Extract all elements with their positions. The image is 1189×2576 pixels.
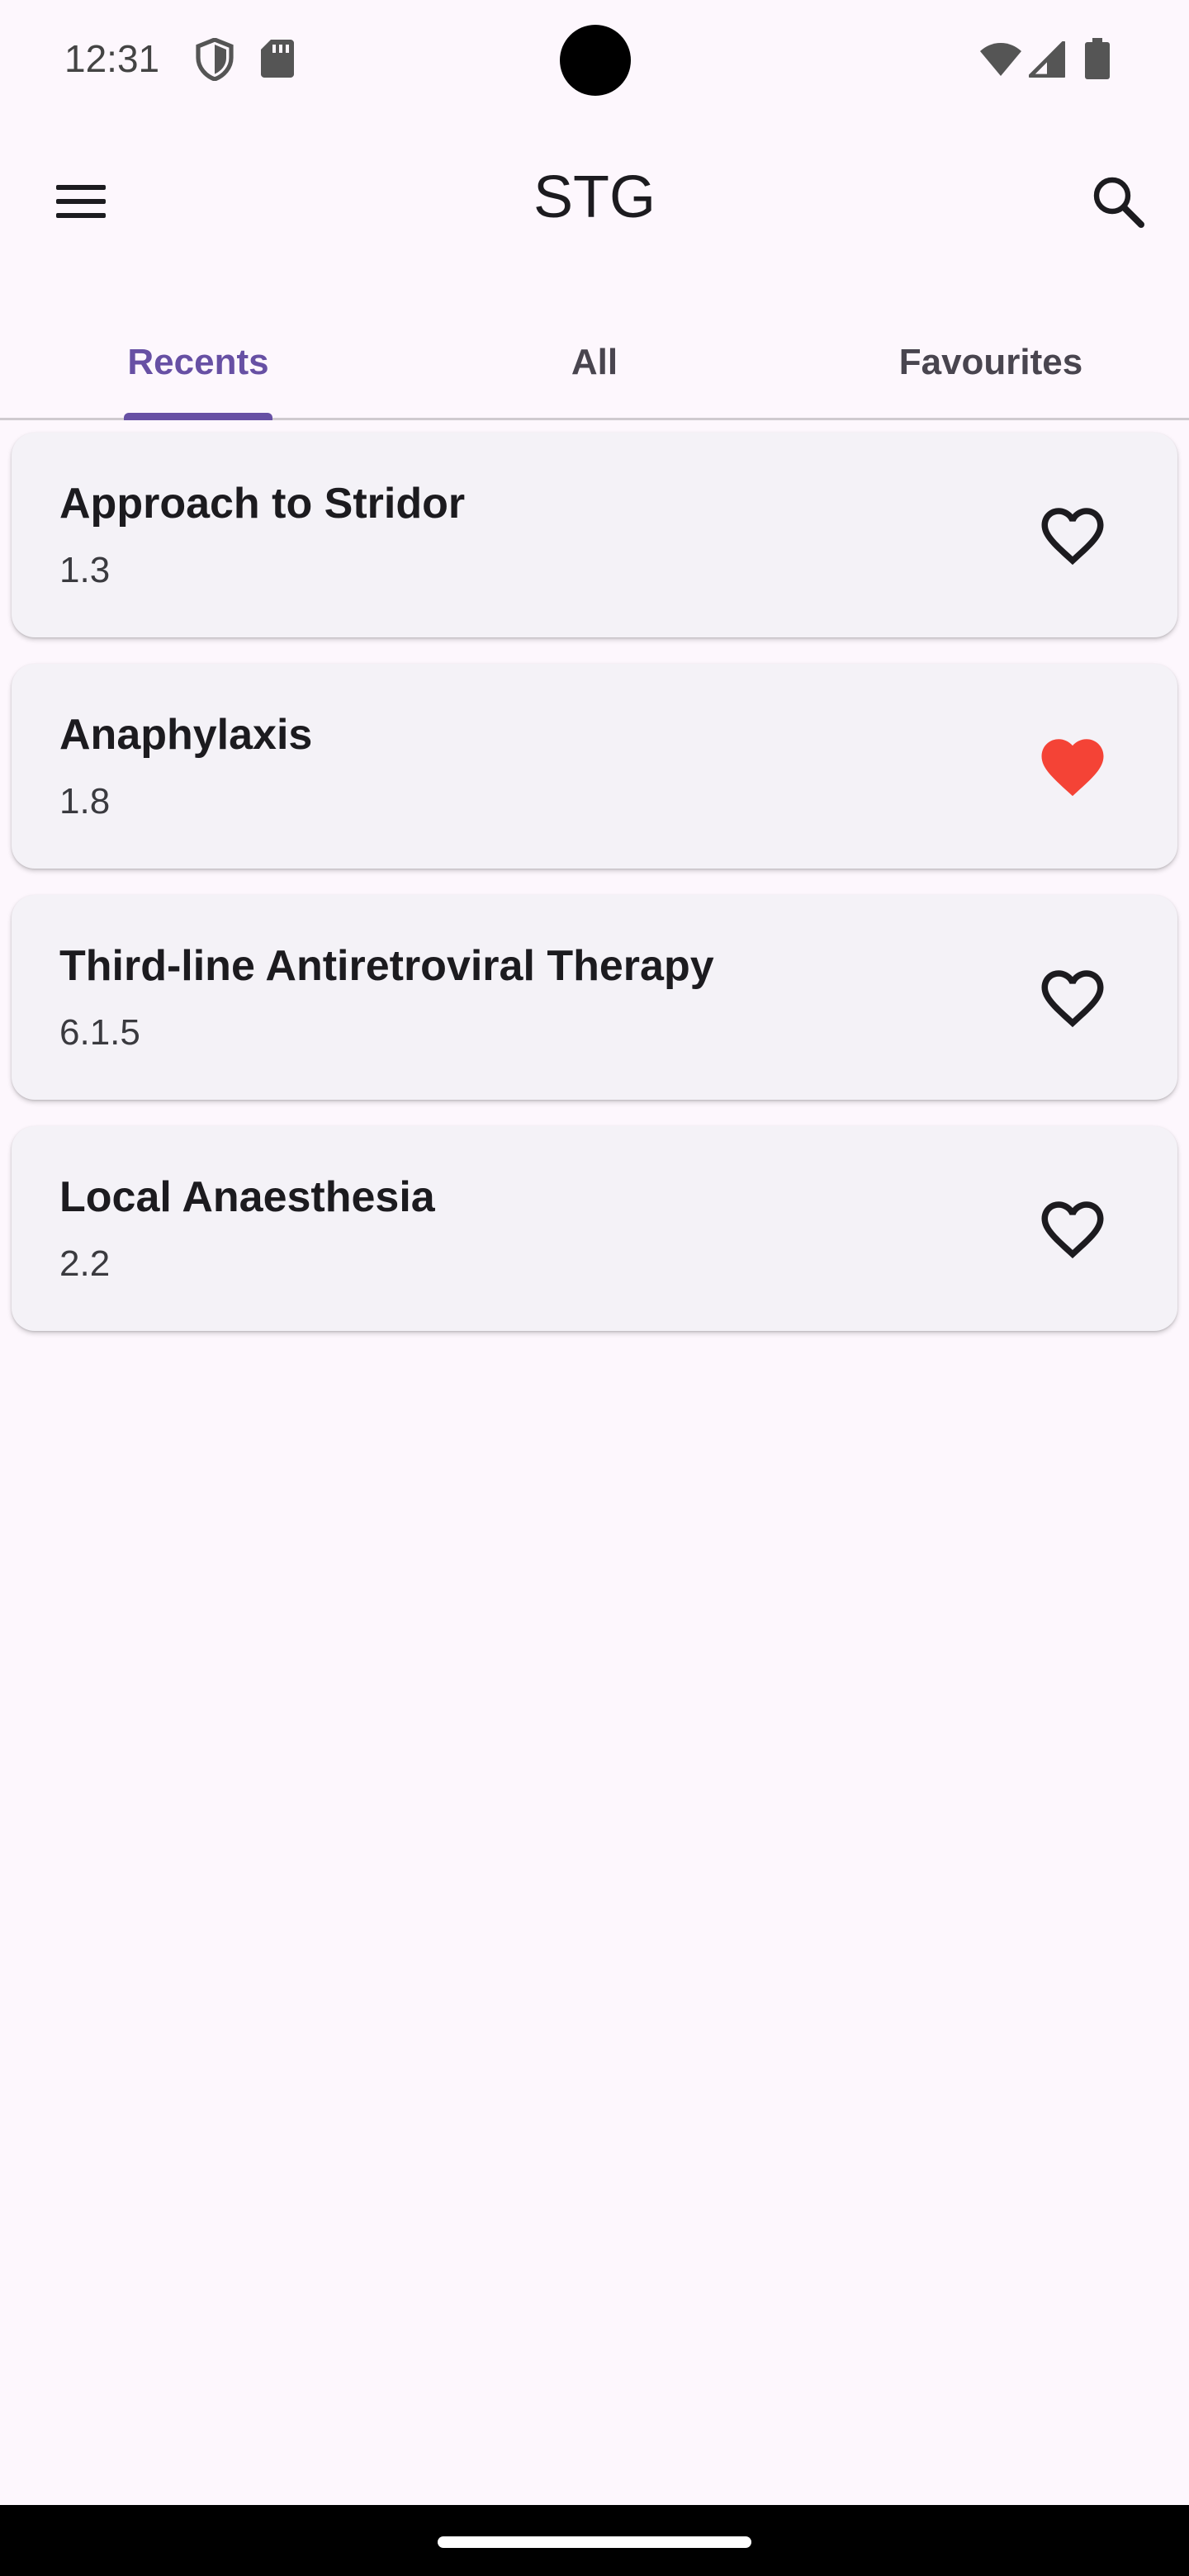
item-title: Anaphylaxis bbox=[59, 711, 313, 759]
system-navigation-bar bbox=[0, 2505, 1189, 2576]
item-code: 1.8 bbox=[59, 781, 111, 822]
list-item[interactable]: Third-line Antiretroviral Therapy 6.1.5 bbox=[12, 895, 1177, 1100]
home-gesture-handle[interactable] bbox=[438, 2536, 751, 2548]
favourite-button[interactable] bbox=[1035, 730, 1110, 804]
list-item[interactable]: Local Anaesthesia 2.2 bbox=[12, 1126, 1177, 1331]
item-code: 1.3 bbox=[59, 550, 111, 590]
status-bar: 12:31 bbox=[0, 0, 1189, 119]
sd-card-icon bbox=[261, 40, 294, 78]
tab-indicator bbox=[124, 413, 272, 420]
tab-label: All bbox=[571, 342, 618, 382]
heart-filled-icon bbox=[1041, 739, 1104, 797]
heart-outline-icon bbox=[1041, 970, 1104, 1028]
heart-outline-icon bbox=[1041, 1201, 1104, 1259]
tab-label: Favourites bbox=[898, 342, 1083, 382]
app-title: STG bbox=[533, 164, 656, 230]
item-title: Approach to Stridor bbox=[59, 480, 466, 528]
tab-recents[interactable]: Recents bbox=[0, 310, 396, 420]
heart-outline-icon bbox=[1041, 508, 1104, 566]
tab-favourites[interactable]: Favourites bbox=[793, 310, 1189, 418]
signal-icon bbox=[1029, 41, 1065, 78]
favourite-button[interactable] bbox=[1035, 1192, 1110, 1267]
top-app-bar: STG bbox=[0, 119, 1189, 277]
search-button[interactable] bbox=[1085, 168, 1151, 234]
list-item[interactable]: Anaphylaxis 1.8 bbox=[12, 664, 1177, 869]
tab-label: Recents bbox=[127, 342, 269, 382]
battery-icon bbox=[1085, 38, 1110, 79]
item-title: Third-line Antiretroviral Therapy bbox=[59, 942, 714, 990]
item-code: 2.2 bbox=[59, 1243, 111, 1284]
favourite-button[interactable] bbox=[1035, 499, 1110, 573]
search-icon bbox=[1093, 177, 1144, 228]
recents-list: Approach to Stridor 1.3 Anaphylaxis 1.8 … bbox=[12, 433, 1177, 1357]
wifi-icon bbox=[980, 43, 1021, 76]
camera-cutout bbox=[560, 25, 631, 96]
list-item[interactable]: Approach to Stridor 1.3 bbox=[12, 433, 1177, 637]
item-title: Local Anaesthesia bbox=[59, 1173, 435, 1221]
item-code: 6.1.5 bbox=[59, 1012, 140, 1053]
status-time: 12:31 bbox=[64, 37, 160, 80]
favourite-button[interactable] bbox=[1035, 961, 1110, 1035]
tab-bar: Recents All Favourites bbox=[0, 310, 1189, 420]
shield-icon bbox=[196, 38, 234, 81]
tab-all[interactable]: All bbox=[396, 310, 793, 418]
